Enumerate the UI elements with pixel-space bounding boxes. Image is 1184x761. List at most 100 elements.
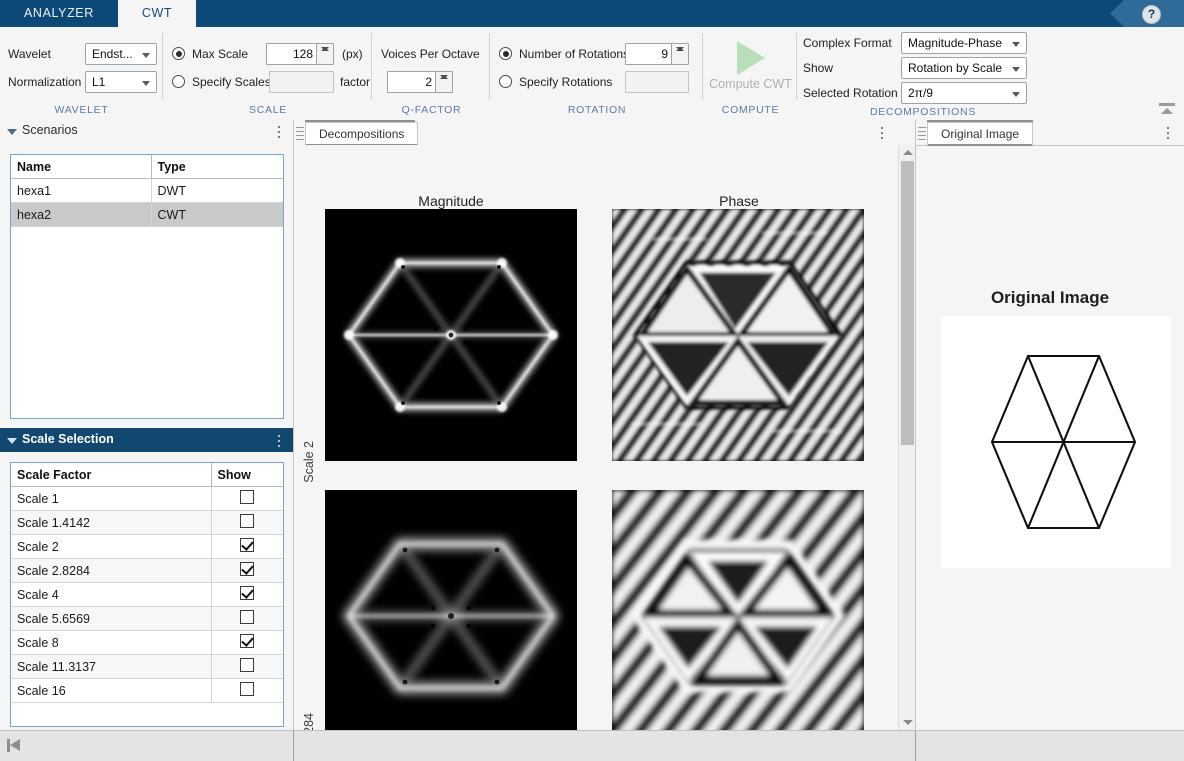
scroll-down-arrow-icon[interactable]	[899, 714, 916, 730]
show-dropdown[interactable]: Rotation by Scale	[901, 57, 1027, 79]
table-row[interactable]: Scale 1	[11, 487, 283, 511]
scale-show-cell[interactable]	[211, 583, 283, 607]
tab-decompositions[interactable]: Decompositions	[305, 122, 418, 146]
radio-specify-scales[interactable]: Specify Scales	[172, 74, 271, 90]
chevron-down-icon[interactable]	[7, 129, 17, 135]
rotations-spinner[interactable]	[671, 44, 688, 64]
scenarios-table[interactable]: Name Type hexa1 DWT hexa2 CWT	[10, 154, 284, 419]
chevron-down-icon[interactable]	[7, 438, 17, 444]
radio-number-of-rotations[interactable]: Number of Rotations	[499, 46, 629, 62]
max-scale-value: 128	[293, 47, 313, 61]
table-row[interactable]: Scale 11.3137	[11, 655, 283, 679]
ribbon-tab-strip: ANALYZER CWT	[0, 0, 196, 27]
scale-show-checkbox[interactable]	[240, 634, 254, 648]
table-row[interactable]: Scale 5.6569	[11, 607, 283, 631]
table-row[interactable]: hexa2 CWT	[11, 203, 283, 227]
scale-show-cell[interactable]	[211, 535, 283, 559]
group-divider	[702, 33, 703, 100]
scale-show-checkbox[interactable]	[240, 610, 254, 624]
table-row[interactable]: Scale 1.4142	[11, 511, 283, 535]
magnitude-image-scale-2[interactable]	[325, 209, 577, 461]
specify-scales-input[interactable]	[269, 71, 334, 93]
px-unit-label: (px)	[342, 47, 363, 61]
specify-rotations-input[interactable]	[625, 71, 689, 93]
scale-label: Scale 4	[11, 583, 211, 607]
scale-selection-table[interactable]: Scale Factor Show Scale 1 Scale 1.4142 S…	[10, 462, 284, 727]
scale-show-checkbox[interactable]	[240, 490, 254, 504]
specify-scales-label: Specify Scales	[192, 75, 271, 89]
table-row[interactable]: Scale 2	[11, 535, 283, 559]
table-row[interactable]: Scale 4	[11, 583, 283, 607]
spinner-down-icon[interactable]	[436, 72, 452, 82]
max-scale-input[interactable]: 128	[266, 43, 334, 65]
table-row[interactable]: Scale 2.8284	[11, 559, 283, 583]
scroll-up-arrow-icon[interactable]	[899, 145, 916, 161]
compute-cwt-button[interactable]: Compute CWT	[704, 35, 797, 91]
original-image-menu-icon[interactable]	[1162, 124, 1174, 140]
table-row[interactable]: Scale 8	[11, 631, 283, 655]
tab-original-image[interactable]: Original Image	[927, 122, 1033, 146]
normalization-dropdown[interactable]: L1	[85, 71, 157, 93]
original-image-figure[interactable]	[941, 316, 1171, 568]
phase-image-scale-2-8284[interactable]	[612, 490, 864, 730]
scale-show-cell[interactable]	[211, 607, 283, 631]
decompositions-scrollbar[interactable]	[898, 145, 916, 730]
voices-per-octave-input[interactable]: 2	[387, 71, 453, 93]
decompositions-group-label: DECOMPOSITIONS	[798, 106, 1048, 118]
scale-show-checkbox[interactable]	[240, 514, 254, 528]
number-of-rotations-label: Number of Rotations	[519, 47, 629, 61]
help-icon[interactable]: ?	[1142, 5, 1161, 24]
magnitude-cwt-render-2	[325, 490, 577, 730]
scale-show-cell[interactable]	[211, 511, 283, 535]
magnitude-image-scale-2-8284[interactable]	[325, 490, 577, 730]
ribbon-group-compute: Compute CWT COMPUTE	[704, 27, 797, 120]
complex-format-dropdown[interactable]: Magnitude-Phase	[901, 32, 1027, 54]
row-label-scale-2-8284: Scale 2.8284	[302, 713, 316, 730]
scale-show-checkbox[interactable]	[240, 538, 254, 552]
original-image-document: Original Image Original Image	[915, 120, 1184, 730]
radio-max-scale[interactable]: Max Scale	[172, 46, 248, 62]
number-of-rotations-value: 9	[661, 47, 668, 61]
table-row[interactable]: Scale 16	[11, 679, 283, 703]
voices-spinner[interactable]	[435, 72, 452, 92]
rotation-group-label: ROTATION	[491, 104, 703, 116]
table-row[interactable]: hexa1 DWT	[11, 179, 283, 203]
collapse-caret	[1161, 108, 1173, 114]
spinner-down-icon[interactable]	[672, 44, 688, 54]
scale-show-cell[interactable]	[211, 487, 283, 511]
scale-show-checkbox[interactable]	[240, 562, 254, 576]
collapse-ribbon-icon[interactable]	[1156, 102, 1178, 118]
scale-show-cell[interactable]	[211, 679, 283, 703]
scale-show-cell[interactable]	[211, 559, 283, 583]
scale-show-cell[interactable]	[211, 631, 283, 655]
ribbon-group-rotation: Number of Rotations 9 Specify Rotations …	[491, 27, 703, 120]
scale-show-checkbox[interactable]	[240, 658, 254, 672]
drag-handle-icon[interactable]	[296, 124, 304, 141]
scale-label: Scale 1.4142	[11, 511, 211, 535]
scale-show-checkbox[interactable]	[240, 586, 254, 600]
scenarios-col-name: Name	[11, 155, 151, 179]
column-header-phase: Phase	[604, 193, 874, 209]
ribbon-tab-analyzer[interactable]: ANALYZER	[0, 0, 118, 27]
spinner-down-icon[interactable]	[317, 44, 333, 54]
phase-image-scale-2[interactable]	[612, 209, 864, 461]
help-area: ?	[1100, 0, 1184, 27]
selected-rotation-dropdown[interactable]: 2π/9	[901, 82, 1027, 104]
wavelet-dropdown[interactable]: Endst...	[85, 43, 157, 65]
max-scale-spinner[interactable]	[316, 44, 333, 64]
decompositions-menu-icon[interactable]	[876, 124, 888, 140]
skip-to-start-icon[interactable]	[7, 739, 21, 752]
ribbon-tab-cwt[interactable]: CWT	[118, 0, 196, 27]
scrollbar-thumb[interactable]	[901, 161, 914, 445]
scale-selection-menu-icon[interactable]	[273, 432, 285, 448]
compute-group-label: COMPUTE	[704, 104, 797, 116]
radio-specify-rotations[interactable]: Specify Rotations	[499, 74, 612, 90]
scenarios-menu-icon[interactable]	[273, 123, 285, 139]
scale-show-checkbox[interactable]	[240, 682, 254, 696]
number-of-rotations-input[interactable]: 9	[625, 43, 689, 65]
drag-handle-icon[interactable]	[918, 124, 926, 141]
scale-col-show: Show	[211, 463, 283, 487]
scale-show-cell[interactable]	[211, 655, 283, 679]
scenario-name: hexa1	[11, 179, 151, 203]
scale-selection-panel-header: Scale Selection	[0, 428, 294, 452]
